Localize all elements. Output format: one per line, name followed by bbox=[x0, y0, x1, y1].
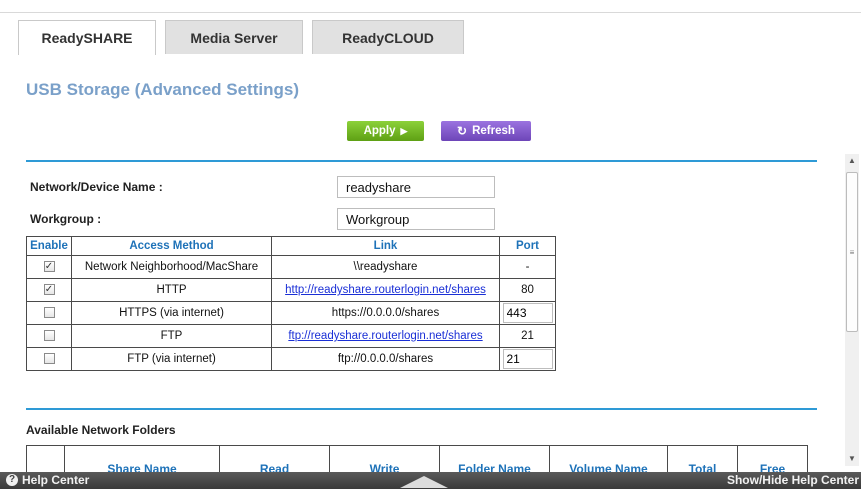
enable-checkbox[interactable] bbox=[43, 330, 55, 342]
link-header: Link bbox=[271, 236, 500, 256]
table-row: HTTPS (via internet) https://0.0.0.0/sha… bbox=[26, 301, 556, 325]
expand-arrow-icon[interactable] bbox=[400, 476, 448, 488]
section-divider-top bbox=[26, 160, 817, 162]
network-device-name-label: Network/Device Name : bbox=[30, 180, 163, 194]
help-center-label: Help Center bbox=[22, 473, 90, 487]
apply-button[interactable]: Apply ▶ bbox=[347, 121, 424, 141]
port-cell: 80 bbox=[499, 278, 556, 302]
enable-checkbox[interactable]: ✓ bbox=[43, 284, 55, 296]
tab-media-server[interactable]: Media Server bbox=[165, 20, 303, 54]
enable-checkbox[interactable]: ✓ bbox=[43, 261, 55, 273]
access-method-cell: Network Neighborhood/MacShare bbox=[71, 255, 272, 279]
link-cell: \\readyshare bbox=[271, 255, 500, 279]
enable-checkbox[interactable] bbox=[43, 307, 55, 319]
vertical-scrollbar[interactable]: ▲ ≡ ▼ bbox=[845, 154, 859, 466]
tab-bar: ReadySHARE Media Server ReadyCLOUD bbox=[18, 20, 464, 55]
scroll-up-arrow-icon[interactable]: ▲ bbox=[845, 154, 859, 168]
link-cell: https://0.0.0.0/shares bbox=[271, 301, 500, 325]
table-row: FTP ftp://readyshare.routerlogin.net/sha… bbox=[26, 324, 556, 348]
workgroup-input[interactable] bbox=[337, 208, 495, 230]
top-divider bbox=[0, 12, 861, 13]
access-method-header: Access Method bbox=[71, 236, 272, 256]
access-method-cell: HTTP bbox=[71, 278, 272, 302]
link[interactable]: http://readyshare.routerlogin.net/shares bbox=[285, 284, 486, 296]
access-method-cell: HTTPS (via internet) bbox=[71, 301, 272, 325]
available-folders-title: Available Network Folders bbox=[26, 423, 176, 437]
port-input[interactable] bbox=[502, 349, 553, 369]
port-cell: 21 bbox=[499, 324, 556, 348]
section-divider-bottom bbox=[26, 408, 817, 410]
refresh-icon: ↻ bbox=[457, 124, 468, 138]
scrollbar-thumb[interactable]: ≡ bbox=[846, 172, 858, 332]
show-hide-help-center-button[interactable]: Show/Hide Help Center bbox=[727, 473, 859, 487]
port-input[interactable] bbox=[502, 303, 553, 323]
access-method-table: Enable Access Method Link Port ✓ Network… bbox=[26, 236, 556, 371]
scroll-down-arrow-icon[interactable]: ▼ bbox=[845, 452, 859, 466]
help-center-bar: ? Help Center Show/Hide Help Center bbox=[0, 472, 861, 489]
enable-header: Enable bbox=[26, 236, 72, 256]
help-center-link[interactable]: ? Help Center bbox=[6, 473, 89, 487]
link[interactable]: ftp://readyshare.routerlogin.net/shares bbox=[288, 330, 482, 342]
network-device-name-input[interactable] bbox=[337, 176, 495, 198]
table-row: ✓ HTTP http://readyshare.routerlogin.net… bbox=[26, 278, 556, 302]
access-method-cell: FTP (via internet) bbox=[71, 347, 272, 371]
port-header: Port bbox=[499, 236, 556, 256]
refresh-button[interactable]: ↻ Refresh bbox=[441, 121, 531, 141]
enable-checkbox[interactable] bbox=[43, 353, 55, 365]
port-cell: - bbox=[499, 255, 556, 279]
tab-readycloud[interactable]: ReadyCLOUD bbox=[312, 20, 464, 54]
apply-label: Apply bbox=[363, 125, 396, 137]
table-header-row: Enable Access Method Link Port bbox=[26, 236, 556, 256]
access-method-cell: FTP bbox=[71, 324, 272, 348]
question-circle-icon: ? bbox=[6, 474, 18, 486]
table-row: FTP (via internet) ftp://0.0.0.0/shares bbox=[26, 347, 556, 371]
link-cell: ftp://0.0.0.0/shares bbox=[271, 347, 500, 371]
page-title: USB Storage (Advanced Settings) bbox=[26, 80, 299, 99]
tab-readyshare[interactable]: ReadySHARE bbox=[18, 20, 156, 55]
table-row: ✓ Network Neighborhood/MacShare \\readys… bbox=[26, 255, 556, 279]
play-arrow-icon: ▶ bbox=[400, 125, 408, 136]
workgroup-label: Workgroup : bbox=[30, 212, 102, 226]
refresh-label: Refresh bbox=[472, 125, 515, 137]
